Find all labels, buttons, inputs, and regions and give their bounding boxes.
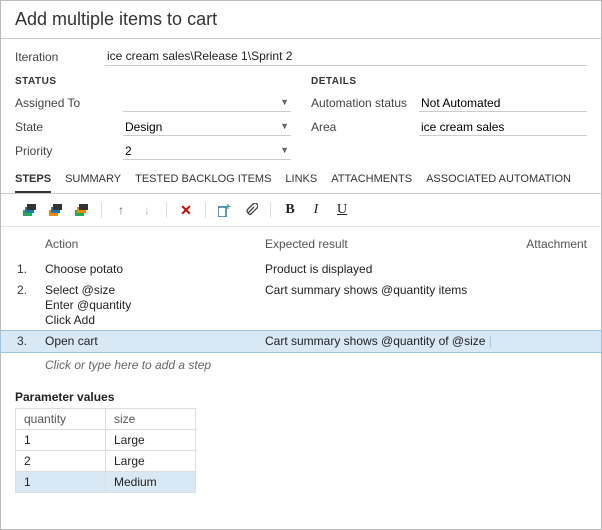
param-cell[interactable]: Large: [106, 451, 196, 472]
page-title: Add multiple items to cart: [1, 1, 601, 39]
step-expected[interactable]: Cart summary shows @quantity items: [265, 283, 495, 297]
parameter-values-heading: Parameter values: [15, 390, 587, 404]
col-attachment: Attachment: [495, 237, 587, 251]
step-number: 3.: [15, 334, 45, 348]
tab-backlog[interactable]: TESTED BACKLOG ITEMS: [135, 173, 271, 193]
move-down-icon[interactable]: ↓: [136, 200, 158, 220]
step-expected[interactable]: Product is displayed: [265, 262, 495, 276]
iteration-label: Iteration: [15, 50, 105, 64]
param-cell[interactable]: 1: [16, 472, 106, 493]
param-cell[interactable]: 1: [16, 430, 106, 451]
param-row[interactable]: 2 Large: [16, 451, 196, 472]
col-expected: Expected result: [265, 237, 495, 251]
add-step-placeholder[interactable]: Click or type here to add a step: [15, 352, 587, 382]
separator: [205, 202, 206, 218]
iteration-input[interactable]: [105, 47, 587, 66]
insert-step-icon[interactable]: [19, 200, 41, 220]
step-number: 2.: [15, 283, 45, 297]
parameter-table: quantity size 1 Large 2 Large 1 Medium: [15, 408, 196, 493]
step-action[interactable]: Open cart: [45, 334, 265, 349]
param-col-quantity[interactable]: quantity: [16, 409, 106, 430]
param-col-size[interactable]: size: [106, 409, 196, 430]
param-cell[interactable]: Medium: [106, 472, 196, 493]
area-input[interactable]: [419, 119, 587, 136]
steps-toolbar: ↑ ↓ ✕ + B I U: [1, 194, 601, 227]
create-shared-step-icon[interactable]: [71, 200, 93, 220]
insert-shared-step-icon[interactable]: [45, 200, 67, 220]
priority-label: Priority: [15, 144, 123, 158]
tab-steps[interactable]: STEPS: [15, 173, 51, 193]
step-row[interactable]: 1. Choose potato Product is displayed: [15, 259, 587, 280]
step-action[interactable]: Select @sizeEnter @quantityClick Add: [45, 283, 265, 328]
status-heading: STATUS: [15, 76, 291, 87]
step-action[interactable]: Choose potato: [45, 262, 265, 277]
step-expected[interactable]: Cart summary shows @quantity of @size |: [265, 334, 495, 348]
param-row-selected[interactable]: 1 Medium: [16, 472, 196, 493]
assigned-to-label: Assigned To: [15, 96, 123, 110]
delete-icon[interactable]: ✕: [175, 200, 197, 220]
state-input[interactable]: [123, 119, 291, 136]
tab-summary[interactable]: SUMMARY: [65, 173, 121, 193]
separator: [166, 202, 167, 218]
state-label: State: [15, 120, 123, 134]
area-label: Area: [311, 120, 419, 134]
step-row[interactable]: 2. Select @sizeEnter @quantityClick Add …: [15, 280, 587, 331]
details-heading: DETAILS: [311, 76, 587, 87]
automation-status-input[interactable]: [419, 95, 587, 112]
assigned-to-input[interactable]: [123, 95, 291, 112]
param-cell[interactable]: Large: [106, 430, 196, 451]
tab-links[interactable]: LINKS: [285, 173, 317, 193]
add-parameter-icon[interactable]: +: [214, 200, 236, 220]
tab-attachments[interactable]: ATTACHMENTS: [331, 173, 412, 193]
step-number: 1.: [15, 262, 45, 276]
tabs: STEPS SUMMARY TESTED BACKLOG ITEMS LINKS…: [1, 165, 601, 194]
step-row-selected[interactable]: 3. Open cart Cart summary shows @quantit…: [1, 331, 601, 352]
bold-icon[interactable]: B: [279, 200, 301, 220]
param-cell[interactable]: 2: [16, 451, 106, 472]
italic-icon[interactable]: I: [305, 200, 327, 220]
separator: [270, 202, 271, 218]
attach-icon[interactable]: [240, 200, 262, 220]
svg-text:+: +: [225, 203, 231, 213]
col-action: Action: [45, 237, 265, 251]
param-row[interactable]: 1 Large: [16, 430, 196, 451]
priority-input[interactable]: [123, 143, 291, 160]
separator: [101, 202, 102, 218]
move-up-icon[interactable]: ↑: [110, 200, 132, 220]
underline-icon[interactable]: U: [331, 200, 353, 220]
steps-header: Action Expected result Attachment: [15, 233, 587, 259]
automation-status-label: Automation status: [311, 96, 419, 110]
tab-automation[interactable]: ASSOCIATED AUTOMATION: [426, 173, 571, 193]
